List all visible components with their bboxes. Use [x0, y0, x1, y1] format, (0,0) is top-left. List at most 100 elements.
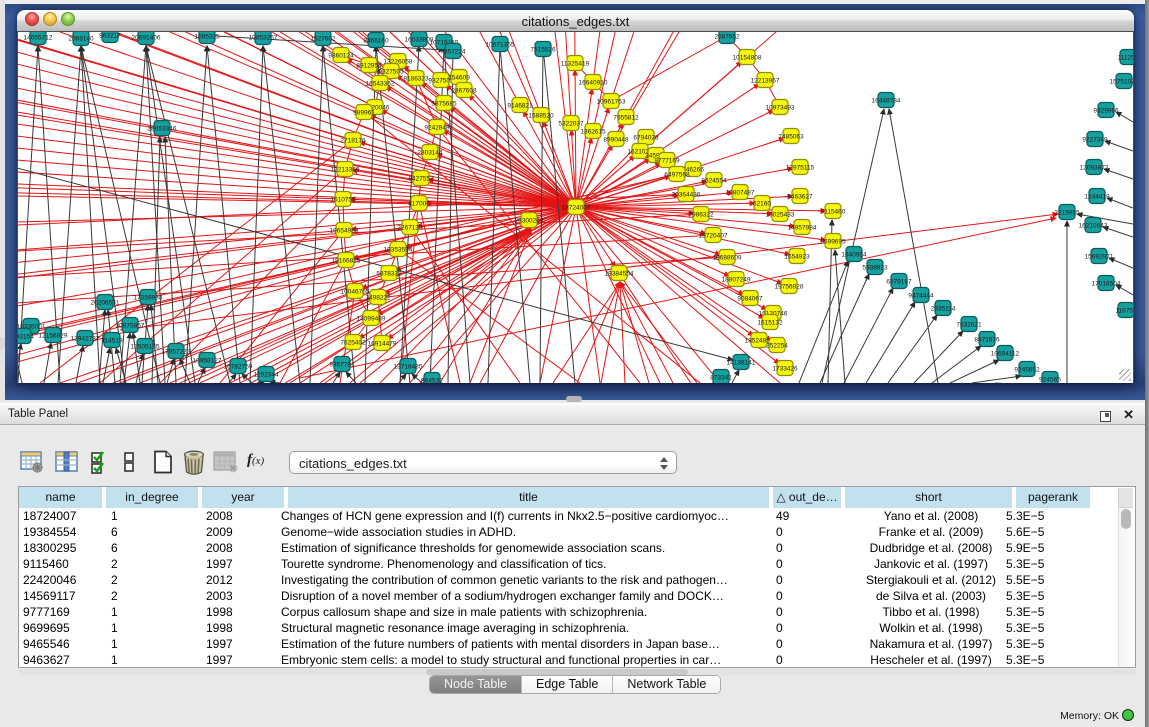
- svg-text:14138141: 14138141: [727, 359, 756, 366]
- svg-text:963217: 963217: [99, 32, 121, 39]
- svg-text:12213967: 12213967: [751, 77, 780, 84]
- svg-text:1640954: 1640954: [841, 251, 867, 258]
- svg-text:114519: 114519: [101, 337, 123, 344]
- svg-text:17016504: 17016504: [1092, 280, 1121, 287]
- svg-text:1733426: 1733426: [772, 365, 798, 372]
- svg-text:14957984: 14957984: [788, 224, 817, 231]
- svg-text:20691406: 20691406: [132, 34, 161, 41]
- svg-text:7955812: 7955812: [613, 114, 639, 121]
- svg-text:417006: 417006: [408, 200, 430, 207]
- svg-text:2867608: 2867608: [451, 87, 477, 94]
- svg-text:8186323: 8186323: [403, 75, 429, 82]
- svg-text:393154: 393154: [17, 333, 34, 340]
- svg-text:7986322: 7986322: [688, 211, 714, 218]
- svg-text:8990448: 8990448: [603, 136, 629, 143]
- svg-text:18807249: 18807249: [722, 276, 751, 283]
- svg-text:19654983: 19654983: [330, 227, 359, 234]
- svg-text:9242848: 9242848: [424, 124, 450, 131]
- svg-text:19384554: 19384554: [605, 270, 634, 277]
- svg-text:12156829: 12156829: [39, 332, 68, 339]
- svg-text:16782759: 16782759: [224, 363, 253, 370]
- svg-text:15720407: 15720407: [699, 232, 728, 239]
- svg-text:9146821: 9146821: [507, 102, 533, 109]
- svg-text:9857791: 9857791: [329, 361, 355, 368]
- svg-text:964532: 964532: [421, 377, 443, 383]
- svg-text:6497568: 6497568: [664, 171, 690, 178]
- svg-text:3267130: 3267130: [397, 224, 423, 231]
- svg-text:12093872: 12093872: [1080, 164, 1109, 171]
- svg-text:5938923: 5938923: [862, 264, 888, 271]
- svg-text:20364436: 20364436: [672, 191, 701, 198]
- svg-text:9474444: 9474444: [908, 292, 934, 299]
- svg-text:13718485: 13718485: [394, 363, 423, 370]
- svg-text:16914479: 16914479: [368, 340, 397, 347]
- svg-text:18724007: 18724007: [562, 204, 591, 211]
- svg-text:7632621: 7632621: [956, 321, 982, 328]
- svg-text:10807487: 10807487: [726, 189, 755, 196]
- svg-text:12213369: 12213369: [331, 166, 360, 173]
- svg-text:2935114: 2935114: [931, 305, 956, 312]
- svg-text:2718176: 2718176: [340, 137, 366, 144]
- svg-text:9245652: 9245652: [1014, 366, 1040, 373]
- svg-text:19756928: 19756928: [775, 283, 804, 290]
- svg-text:16543362: 16543362: [366, 80, 395, 87]
- svg-text:15751074: 15751074: [1110, 78, 1134, 85]
- svg-text:12942737: 12942737: [71, 335, 100, 342]
- svg-text:989961: 989961: [353, 109, 375, 116]
- svg-text:154609: 154609: [448, 74, 470, 81]
- svg-text:8427552: 8427552: [408, 175, 434, 182]
- svg-text:20206531: 20206531: [91, 299, 120, 306]
- svg-text:1244419: 1244419: [1084, 193, 1110, 200]
- svg-text:15692971: 15692971: [1085, 253, 1114, 260]
- svg-text:10671355: 10671355: [486, 41, 515, 48]
- svg-text:2087652: 2087652: [714, 33, 740, 40]
- svg-text:16210643: 16210643: [1079, 222, 1108, 229]
- svg-text:111256: 111256: [1118, 54, 1134, 61]
- svg-text:5322037: 5322037: [558, 120, 584, 127]
- svg-text:873341: 873341: [710, 374, 732, 381]
- svg-text:924565: 924565: [1039, 376, 1061, 383]
- svg-text:12975115: 12975115: [786, 164, 815, 171]
- svg-text:8466160: 8466160: [363, 37, 389, 44]
- svg-text:10853257: 10853257: [249, 34, 278, 41]
- svg-text:252254: 252254: [766, 342, 788, 349]
- svg-text:1615132: 1615132: [757, 319, 783, 326]
- svg-text:10154808: 10154808: [733, 54, 762, 61]
- svg-text:16448784: 16448784: [872, 97, 901, 104]
- svg-text:3498222: 3498222: [365, 294, 391, 301]
- svg-text:1588520: 1588520: [528, 112, 554, 119]
- svg-text:10958127: 10958127: [193, 357, 222, 364]
- svg-text:14055712: 14055712: [24, 34, 53, 41]
- svg-text:10973493: 10973493: [766, 104, 795, 111]
- svg-text:1292344: 1292344: [253, 371, 279, 378]
- svg-text:10688609: 10688609: [713, 254, 742, 261]
- svg-text:2069140: 2069140: [68, 35, 94, 42]
- svg-text:7515526: 7515526: [530, 46, 556, 53]
- svg-text:10961763: 10961763: [597, 98, 626, 105]
- svg-text:7357224: 7357224: [440, 48, 466, 55]
- svg-text:2803144: 2803144: [417, 149, 443, 156]
- svg-text:16033809: 16033809: [405, 36, 434, 43]
- svg-text:62160: 62160: [753, 200, 771, 207]
- svg-text:3215955: 3215955: [1054, 209, 1080, 216]
- svg-text:5878332: 5878332: [376, 270, 402, 277]
- svg-text:9327505: 9327505: [378, 68, 404, 75]
- svg-text:9463627: 9463627: [787, 193, 813, 200]
- svg-text:9115460: 9115460: [821, 208, 846, 215]
- svg-text:1085325: 1085325: [194, 33, 220, 40]
- svg-text:12505135: 12505135: [131, 343, 160, 350]
- svg-text:8471676: 8471676: [974, 336, 1000, 343]
- svg-text:7485063: 7485063: [778, 133, 804, 140]
- svg-text:28053346: 28053346: [148, 125, 177, 132]
- svg-text:11325419: 11325419: [561, 60, 590, 67]
- svg-text:1527602: 1527602: [310, 35, 336, 42]
- svg-text:19353594: 19353594: [384, 246, 413, 253]
- svg-text:7625402: 7625402: [340, 339, 366, 346]
- svg-text:9084067: 9084067: [737, 295, 763, 302]
- svg-text:30975867: 30975867: [116, 322, 145, 329]
- svg-text:1654923: 1654923: [784, 253, 810, 260]
- svg-text:14099489: 14099489: [357, 315, 386, 322]
- svg-text:9329966: 9329966: [1093, 107, 1119, 114]
- svg-text:1610755: 1610755: [330, 196, 356, 203]
- svg-text:5875685: 5875685: [431, 100, 457, 107]
